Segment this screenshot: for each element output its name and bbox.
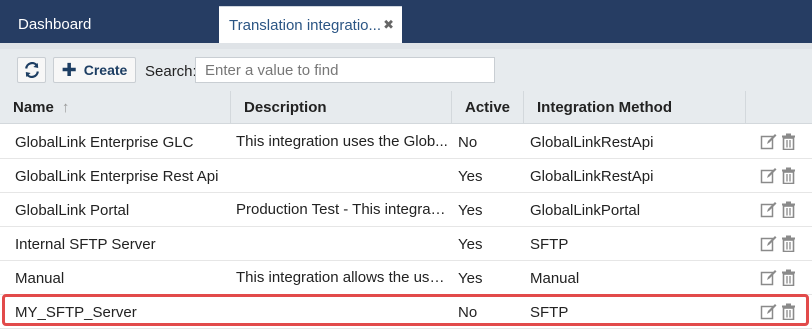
cell-active: Yes bbox=[458, 167, 483, 185]
table-row[interactable]: GlobalLink Enterprise GLC This integrati… bbox=[0, 125, 812, 159]
row-actions bbox=[760, 201, 797, 219]
cell-name: GlobalLink Enterprise Rest Api bbox=[15, 167, 219, 185]
trash-icon[interactable] bbox=[780, 167, 797, 184]
column-active-label: Active bbox=[465, 99, 511, 116]
table-row-selected[interactable]: MY_SFTP_Server No SFTP bbox=[0, 295, 812, 329]
edit-icon[interactable] bbox=[760, 167, 777, 184]
cell-active: Yes bbox=[458, 201, 483, 219]
table-row[interactable]: Internal SFTP Server Yes SFTP bbox=[0, 227, 812, 261]
column-header-integration-method[interactable]: Integration Method bbox=[524, 91, 746, 124]
edit-icon[interactable] bbox=[760, 269, 777, 286]
trash-icon[interactable] bbox=[780, 269, 797, 286]
refresh-icon bbox=[24, 62, 39, 78]
row-actions bbox=[760, 133, 797, 151]
close-icon[interactable]: ✖ bbox=[383, 17, 394, 33]
cell-description bbox=[236, 159, 449, 193]
cell-name: MY_SFTP_Server bbox=[15, 303, 137, 321]
row-actions bbox=[760, 235, 797, 253]
search-input[interactable] bbox=[195, 57, 495, 83]
row-actions bbox=[760, 269, 797, 287]
toolbar: ✚ Create Search: bbox=[0, 43, 812, 91]
tab-translation-integrations[interactable]: Translation integratio... ✖ bbox=[219, 6, 402, 43]
trash-icon[interactable] bbox=[780, 133, 797, 150]
cell-name: Manual bbox=[15, 269, 65, 287]
grid-header: Name ↑ Description Active Integration Me… bbox=[0, 91, 812, 124]
cell-name: GlobalLink Enterprise GLC bbox=[15, 133, 194, 151]
cell-name: GlobalLink Portal bbox=[15, 201, 130, 219]
cell-description: This integration allows the use... bbox=[236, 269, 449, 286]
row-actions bbox=[760, 303, 797, 321]
cell-active: Yes bbox=[458, 269, 483, 287]
trash-icon[interactable] bbox=[780, 235, 797, 252]
sort-ascending-icon: ↑ bbox=[61, 99, 70, 116]
cell-description: Production Test - This integrati... bbox=[236, 201, 449, 218]
cell-description bbox=[236, 227, 449, 261]
cell-integration-method: GlobalLinkRestApi bbox=[530, 133, 654, 151]
create-label: Create bbox=[83, 62, 128, 78]
column-name-label: Name bbox=[13, 99, 54, 116]
table-row[interactable]: GlobalLink Portal Production Test - This… bbox=[0, 193, 812, 227]
tab-dashboard-label: Dashboard bbox=[18, 16, 92, 33]
cell-active: Yes bbox=[458, 235, 483, 253]
row-actions bbox=[760, 167, 797, 185]
tab-bar: Dashboard Translation integratio... ✖ bbox=[0, 0, 812, 43]
edit-icon[interactable] bbox=[760, 133, 777, 150]
table-row[interactable]: Manual This integration allows the use..… bbox=[0, 261, 812, 295]
cell-integration-method: GlobalLinkRestApi bbox=[530, 167, 654, 185]
trash-icon[interactable] bbox=[780, 201, 797, 218]
cell-integration-method: SFTP bbox=[530, 235, 569, 253]
column-header-name[interactable]: Name ↑ bbox=[0, 91, 231, 124]
cell-name: Internal SFTP Server bbox=[15, 235, 156, 253]
create-button[interactable]: ✚ Create bbox=[53, 57, 136, 83]
cell-integration-method: Manual bbox=[530, 269, 580, 287]
column-header-description[interactable]: Description bbox=[231, 91, 452, 124]
trash-icon[interactable] bbox=[780, 303, 797, 320]
cell-active: No bbox=[458, 133, 478, 151]
edit-icon[interactable] bbox=[760, 235, 777, 252]
edit-icon[interactable] bbox=[760, 303, 777, 320]
plus-icon: ✚ bbox=[61, 60, 77, 80]
column-header-active[interactable]: Active bbox=[452, 91, 524, 124]
column-method-label: Integration Method bbox=[537, 99, 672, 116]
tab-dashboard[interactable]: Dashboard bbox=[0, 6, 212, 43]
table-row[interactable]: GlobalLink Enterprise Rest Api Yes Globa… bbox=[0, 159, 812, 193]
cell-description: This integration uses the Glob... bbox=[236, 133, 448, 150]
cell-integration-method: GlobalLinkPortal bbox=[530, 201, 641, 219]
column-header-actions bbox=[746, 91, 812, 124]
tab-active-label: Translation integratio... bbox=[229, 16, 382, 34]
cell-description bbox=[236, 295, 449, 329]
column-description-label: Description bbox=[244, 99, 327, 116]
cell-integration-method: SFTP bbox=[530, 303, 569, 321]
refresh-button[interactable] bbox=[17, 57, 46, 83]
search-label: Search: bbox=[145, 63, 197, 80]
edit-icon[interactable] bbox=[760, 201, 777, 218]
cell-active: No bbox=[458, 303, 478, 321]
